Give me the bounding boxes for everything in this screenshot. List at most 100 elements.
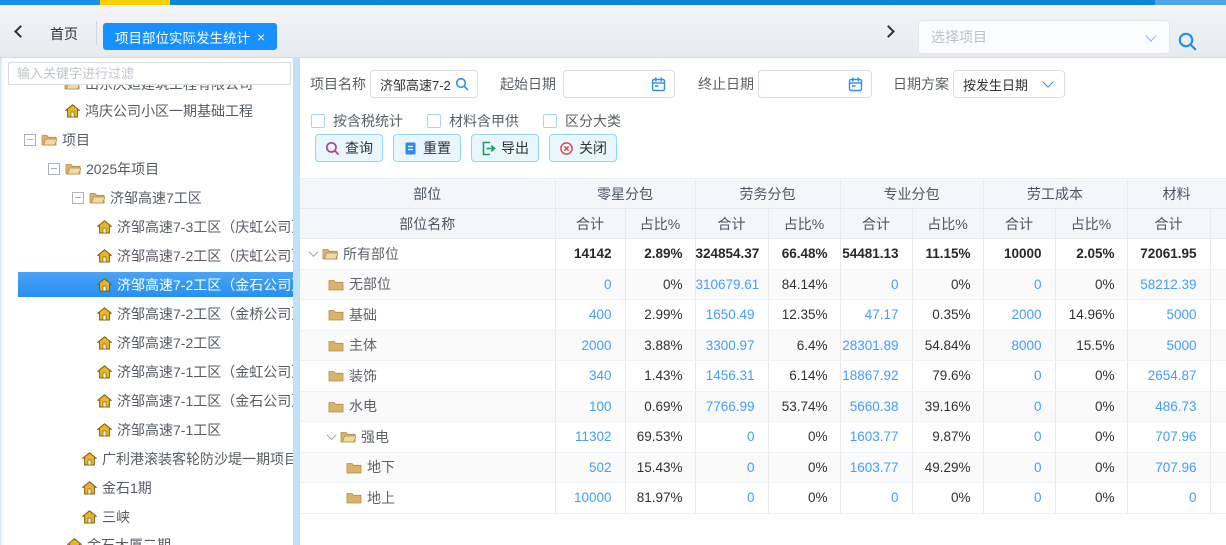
tree-item[interactable]: 金石1期 [2, 473, 293, 502]
part-name[interactable]: 主体 [349, 335, 377, 355]
total-value[interactable]: 1603.77 [840, 422, 912, 453]
part-name[interactable]: 地上 [367, 488, 395, 508]
total-value[interactable]: 58212.39 [1127, 269, 1210, 300]
total-value[interactable]: 0 [840, 483, 912, 514]
total-value[interactable]: 0 [1127, 483, 1210, 514]
part-name[interactable]: 无部位 [349, 274, 391, 294]
tree-item[interactable]: 2025年项目 [2, 154, 293, 183]
total-value[interactable]: 100 [555, 391, 625, 422]
export-button[interactable]: 导出 [471, 134, 539, 162]
column-header[interactable] [1210, 209, 1226, 239]
column-header[interactable]: 合计 [555, 209, 625, 239]
start-date-input[interactable] [563, 70, 675, 98]
column-header[interactable]: 占比% [1055, 209, 1127, 239]
column-group-header[interactable]: 材料 [1127, 179, 1226, 209]
total-value[interactable]: 486.73 [1127, 391, 1210, 422]
total-value[interactable]: 8000 [983, 330, 1055, 361]
chevron-down-icon[interactable] [309, 247, 319, 257]
tab-active[interactable]: 项目部位实际发生统计 × [103, 23, 277, 50]
total-value[interactable]: 0 [983, 391, 1055, 422]
total-value[interactable]: 1456.31 [695, 361, 768, 392]
total-value[interactable]: 11302 [555, 422, 625, 453]
checkbox-1[interactable]: 按含税统计 [311, 111, 403, 131]
checkbox-box[interactable] [311, 114, 325, 128]
tree-item[interactable]: 济邹高速7-2工区（金石公司） [2, 270, 293, 299]
total-value[interactable]: 707.96 [1127, 422, 1210, 453]
column-header[interactable]: 合计 [1127, 209, 1210, 239]
close-button[interactable]: 关闭 [549, 134, 617, 162]
total-value[interactable]: 310679.61 [695, 269, 768, 300]
column-header[interactable]: 占比% [625, 209, 695, 239]
total-value[interactable]: 0 [695, 483, 768, 514]
part-name[interactable]: 强电 [361, 427, 389, 447]
query-button[interactable]: 查询 [315, 134, 383, 162]
total-value[interactable]: 47.17 [840, 300, 912, 331]
tree-item[interactable]: 三峡 [2, 502, 293, 531]
tree-item[interactable]: 济邹高速7-3工区（庆虹公司） [2, 212, 293, 241]
total-value[interactable]: 340 [555, 361, 625, 392]
chevron-down-icon[interactable] [327, 430, 337, 440]
total-value[interactable]: 0 [983, 269, 1055, 300]
checkbox-2[interactable]: 材料含甲供 [427, 111, 519, 131]
total-value[interactable]: 2000 [983, 300, 1055, 331]
tree-item[interactable]: 金石大厦二期 [2, 530, 293, 545]
total-value[interactable]: 0 [983, 422, 1055, 453]
tree-item[interactable]: 项目 [2, 125, 293, 154]
part-name[interactable]: 水电 [349, 396, 377, 416]
end-date-input[interactable] [758, 70, 872, 98]
tree-item[interactable]: 鸿庆公司小区一期基础工程 [2, 96, 293, 125]
part-name[interactable]: 地下 [367, 457, 395, 477]
total-value[interactable]: 0 [555, 269, 625, 300]
total-value[interactable]: 10000 [555, 483, 625, 514]
tree-item[interactable]: 济邹高速7-1工区 [2, 415, 293, 444]
tree-expander-icon[interactable] [72, 192, 84, 204]
column-group-header[interactable]: 劳工成本 [983, 179, 1127, 209]
column-header[interactable]: 占比% [768, 209, 840, 239]
total-value[interactable]: 0 [840, 269, 912, 300]
total-value[interactable]: 3300.97 [695, 330, 768, 361]
total-value[interactable]: 0 [983, 452, 1055, 483]
checkbox-box[interactable] [543, 114, 557, 128]
part-name[interactable]: 基础 [349, 305, 377, 325]
column-header[interactable]: 部位名称 [300, 209, 555, 239]
total-value[interactable]: 5000 [1127, 300, 1210, 331]
checkbox-3[interactable]: 区分大类 [543, 111, 621, 131]
tree-expander-icon[interactable] [24, 134, 36, 146]
search-icon[interactable] [1177, 31, 1198, 52]
panel-splitter[interactable] [293, 58, 300, 545]
total-value[interactable]: 0 [695, 452, 768, 483]
tab-close-icon[interactable]: × [257, 30, 265, 44]
column-group-header[interactable]: 零星分包 [555, 179, 695, 209]
tree-item[interactable]: 济邹高速7-2工区（金桥公司） [2, 299, 293, 328]
total-value[interactable]: 0 [983, 361, 1055, 392]
tree-filter-input[interactable] [8, 62, 291, 85]
part-name[interactable]: 装饰 [349, 366, 377, 386]
total-value[interactable]: 7766.99 [695, 391, 768, 422]
search-icon[interactable] [455, 77, 469, 91]
column-group-header[interactable]: 专业分包 [840, 179, 983, 209]
tabs-scroll-left-icon[interactable] [14, 25, 27, 38]
total-value[interactable]: 28301.89 [840, 330, 912, 361]
reset-button[interactable]: 重置 [393, 134, 461, 162]
tree-item[interactable]: 济邹高速7工区 [2, 183, 293, 212]
tree-item[interactable]: 济邹高速7-1工区（金石公司） [2, 386, 293, 415]
column-header[interactable]: 合计 [840, 209, 912, 239]
column-group-header[interactable]: 部位 [300, 179, 555, 209]
total-value[interactable]: 1650.49 [695, 300, 768, 331]
tabs-scroll-right-icon[interactable] [882, 25, 895, 38]
total-value[interactable]: 5660.38 [840, 391, 912, 422]
calendar-icon[interactable] [848, 77, 863, 92]
total-value[interactable]: 0 [695, 422, 768, 453]
total-value[interactable]: 0 [983, 483, 1055, 514]
total-value[interactable]: 2654.87 [1127, 361, 1210, 392]
column-group-header[interactable]: 劳务分包 [695, 179, 840, 209]
total-value[interactable]: 5000 [1127, 330, 1210, 361]
project-name-input[interactable]: 济邹高速7-2 [370, 70, 478, 98]
tab-home[interactable]: 首页 [50, 24, 78, 44]
tree-item[interactable]: 广利港滚装客轮防沙堤一期项目 [2, 444, 293, 473]
tree-item[interactable]: 济邹高速7-1工区（金虹公司） [2, 357, 293, 386]
column-header[interactable]: 占比% [912, 209, 983, 239]
part-name[interactable]: 所有部位 [343, 244, 399, 264]
total-value[interactable]: 400 [555, 300, 625, 331]
total-value[interactable]: 1603.77 [840, 452, 912, 483]
